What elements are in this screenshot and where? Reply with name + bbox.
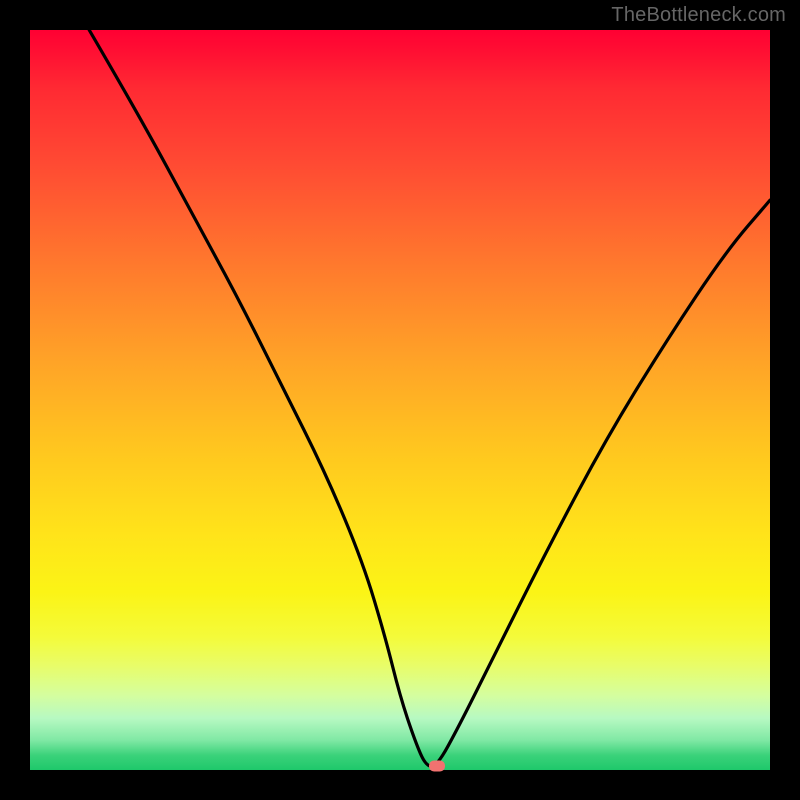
curve-svg — [30, 30, 770, 770]
chart-canvas: TheBottleneck.com — [0, 0, 800, 800]
bottleneck-curve — [89, 30, 770, 766]
plot-area — [30, 30, 770, 770]
attribution-text: TheBottleneck.com — [611, 4, 786, 27]
optimal-point-marker — [429, 761, 445, 772]
